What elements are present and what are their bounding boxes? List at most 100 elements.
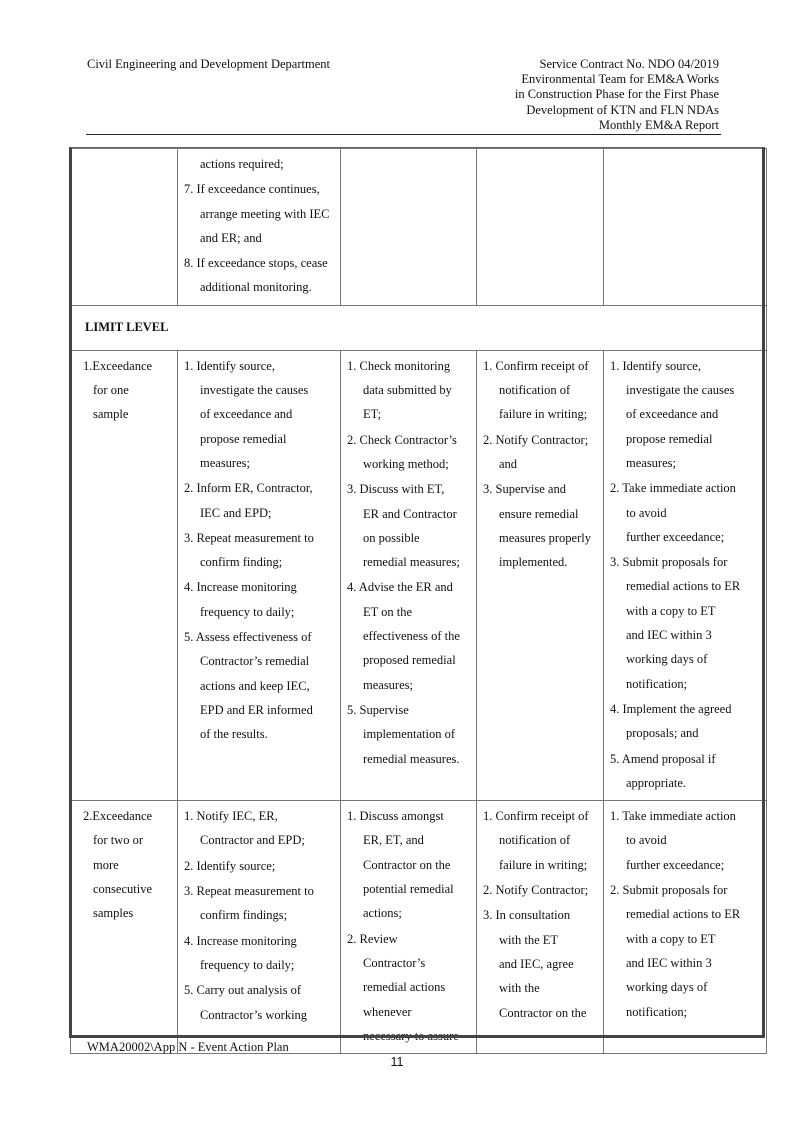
header-line: in Construction Phase for the First Phas… — [514, 87, 719, 102]
action-item: 2. Notify Contractor; and — [483, 428, 597, 477]
level-label: LIMIT LEVEL — [85, 320, 169, 335]
action-item-line: Contractor on the — [499, 1005, 587, 1020]
limit-level-heading: LIMIT LEVEL — [70, 304, 767, 351]
action-item: 1. Identify source, investigate the cause… — [184, 354, 334, 475]
header-line: Development of KTN and FLN NDAs — [526, 102, 719, 117]
action-item-line: failure in writing; — [499, 857, 588, 872]
iec-action-cell: 1. Check monitoring data submitted by ET; 2… — [340, 349, 477, 802]
action-item-line: to avoid — [626, 505, 667, 520]
action-item-line: implementation of — [363, 727, 455, 742]
action-item: 5. Amend proposal if appropriate. — [610, 747, 760, 796]
action-item-line: Contractor’s working — [200, 1007, 308, 1022]
action-item-line: on possible — [363, 530, 420, 545]
action-item-line: 3. Supervise and — [483, 482, 566, 497]
action-item: 2. Review Contractor’s remedial actions whe… — [347, 927, 470, 1048]
action-item: 1. Check monitoring data submitted by ET; — [347, 354, 470, 427]
action-item: 5. Carry out analysis of Contractor’s wor… — [184, 978, 334, 1027]
action-item-line: and IEC within 3 — [626, 628, 712, 643]
action-item-line: measures; — [200, 455, 250, 470]
action-item-line: 1. Take immediate action — [610, 809, 736, 824]
action-item: 4. Implement the agreed proposals; and — [610, 697, 760, 746]
report-title: Monthly EM&A Report — [598, 117, 719, 132]
table-row: 2.Exceedance for two or more consecutive sam… — [70, 800, 767, 1055]
action-item: 2. Inform ER, Contractor, IEC and EPD; — [184, 476, 334, 525]
action-item-line: measures properly — [499, 530, 591, 545]
action-item-line: effectiveness of the — [363, 629, 460, 644]
action-item-line: 1. Notify IEC, ER, — [184, 809, 278, 824]
action-item-line: 3. In consultation — [483, 908, 571, 923]
contractor-action-cell: 1. Identify source, investigate the cause… — [603, 349, 767, 802]
action-item: 4. Advise the ER and ET on the effectivene… — [347, 575, 470, 696]
action-item-line: necessary to assure — [363, 1028, 459, 1043]
action-item-line: remedial actions to ER — [626, 907, 741, 922]
action-item-line: Contractor and EPD; — [200, 833, 305, 848]
action-item-line: 1. Discuss amongst — [347, 809, 444, 824]
action-item-line: working method; — [363, 456, 449, 471]
action-item-line: of the results. — [200, 727, 268, 742]
contractor-action-cell — [603, 148, 767, 306]
action-item-line: propose remedial — [626, 431, 713, 446]
action-item-line: and IEC, agree — [499, 956, 574, 971]
action-item-line: potential remedial — [363, 882, 454, 897]
action-item-line: confirm finding; — [200, 555, 283, 570]
er-action-cell: 1. Confirm receipt of notification of fail… — [476, 800, 604, 1055]
action-item-line: 1. Confirm receipt of — [483, 809, 589, 824]
event-cell — [70, 148, 178, 306]
et-action-cell: 1. Identify source, investigate the cause… — [177, 349, 341, 802]
header-rule — [86, 134, 721, 135]
document-header-left: Civil Engineering and Development Depart… — [87, 57, 330, 71]
action-item-line: frequency to daily; — [200, 957, 295, 972]
action-item-line: IEC and EPD; — [200, 505, 272, 520]
action-item-line: 8. If exceedance stops, cease — [184, 256, 328, 271]
action-item-line: to avoid — [626, 833, 667, 848]
action-item-line: remedial actions — [363, 980, 446, 995]
action-item-line: 7. If exceedance continues, — [184, 182, 320, 197]
action-item-line: appropriate. — [626, 775, 687, 790]
action-item-line: EPD and ER informed — [200, 702, 313, 717]
action-item-line: ensure remedial — [499, 506, 579, 521]
action-item-line: remedial actions to ER — [626, 579, 741, 594]
action-item: 2. Notify Contractor; — [483, 878, 597, 902]
action-item-line: further exceedance; — [626, 529, 725, 544]
action-item-line: notification; — [626, 676, 688, 691]
action-item-line: remedial measures. — [363, 751, 460, 766]
action-item-line: actions; — [363, 906, 402, 921]
action-item: 3. Repeat measurement to confirm finding; — [184, 526, 334, 575]
action-item-line: propose remedial — [200, 431, 287, 446]
action-item: 1. Discuss amongst ER, ET, and Contractor … — [347, 804, 470, 925]
action-item-line: 3. Discuss with ET, — [347, 482, 445, 497]
action-item-line: proposed remedial — [363, 653, 456, 668]
action-item: 2. Take immediate action to avoid further … — [610, 476, 760, 549]
event-line: sample — [93, 407, 129, 422]
action-item-line: ET on the — [363, 604, 413, 619]
action-item: 4. Increase monitoring frequency to daily… — [184, 929, 334, 978]
header-line: Environmental Team for EM&A Works — [521, 72, 719, 87]
action-item: 7. If exceedance continues, arrange meeti… — [184, 177, 334, 250]
action-item-line: 4. Implement the agreed — [610, 701, 732, 716]
er-action-cell: 1. Confirm receipt of notification of fail… — [476, 349, 604, 802]
action-item-line: working days of — [626, 980, 708, 995]
action-item-line: 1. Identify source, — [610, 358, 701, 373]
action-item-line: investigate the causes — [626, 383, 735, 398]
table-row: 1.Exceedance for one sample 1. Identify sou… — [70, 349, 767, 802]
action-item-line: with a copy to ET — [626, 931, 716, 946]
action-item-line: 2. Take immediate action — [610, 481, 736, 496]
et-action-cell: 1. Notify IEC, ER, Contractor and EPD; 2. … — [177, 800, 341, 1055]
action-item-line: 2. Submit proposals for — [610, 883, 728, 898]
action-item-line: confirm findings; — [200, 908, 288, 923]
event-line: 2.Exceedance — [83, 809, 153, 824]
action-item-line: further exceedance; — [626, 857, 725, 872]
action-item: 3. Repeat measurement to confirm findings… — [184, 879, 334, 928]
iec-action-cell: 1. Discuss amongst ER, ET, and Contractor … — [340, 800, 477, 1055]
action-item: 1. Notify IEC, ER, Contractor and EPD; — [184, 804, 334, 853]
event-line: for two or — [93, 833, 143, 848]
action-item: 1. Confirm receipt of notification of fail… — [483, 354, 597, 427]
event-cell: 1.Exceedance for one sample — [70, 349, 178, 802]
action-item-line: 4. Increase monitoring — [184, 933, 297, 948]
action-item-line: 1. Check monitoring — [347, 358, 451, 373]
action-item-line: 4. Increase monitoring — [184, 580, 297, 595]
action-item-line: ET; — [363, 407, 382, 422]
table-row-continuation: actions required; 7. If exceedance contin… — [70, 148, 767, 306]
action-item: 5. Assess effectiveness of Contractor’s r… — [184, 625, 334, 746]
action-item: 1. Confirm receipt of notification of fail… — [483, 804, 597, 877]
